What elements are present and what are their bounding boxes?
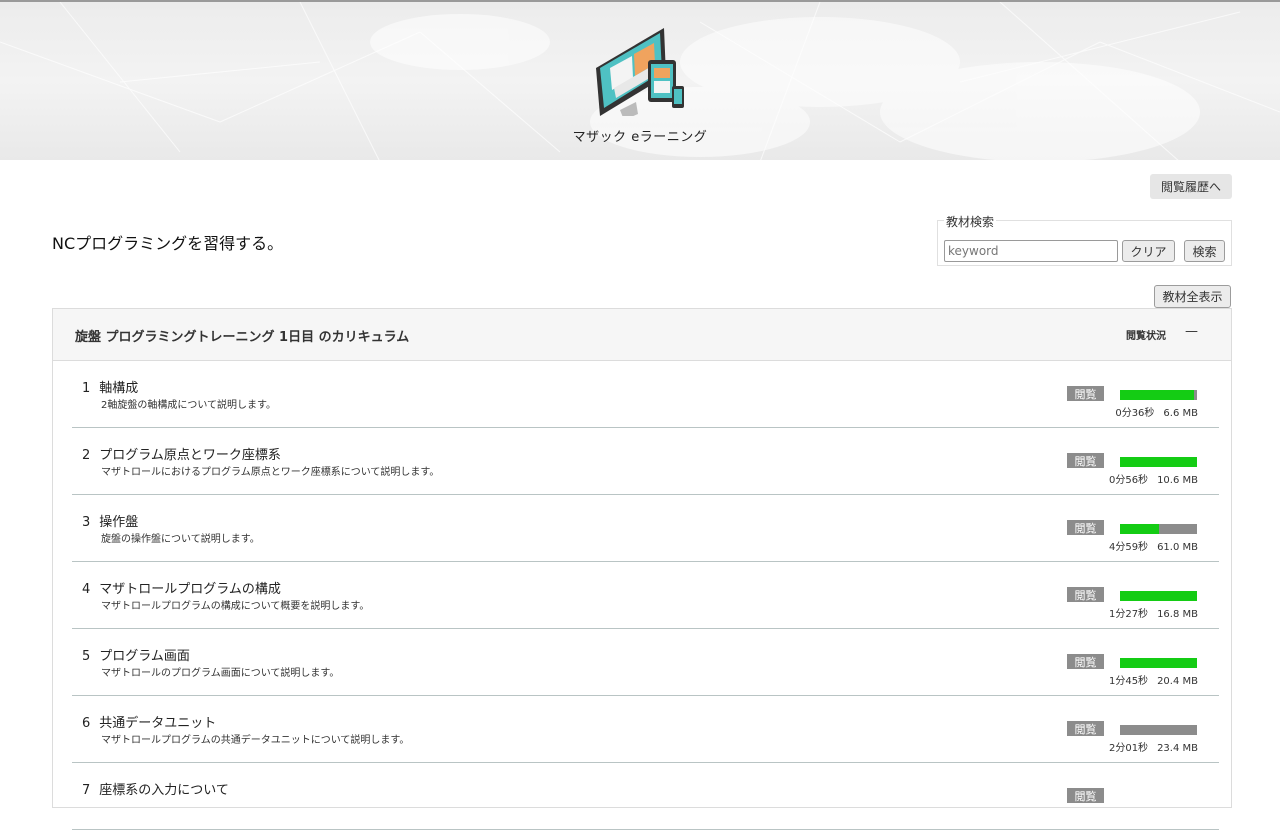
site-title: マザック eラーニング [572,130,708,145]
item-number: 6 [82,716,91,731]
history-button[interactable]: 閲覧履歴へ [1150,174,1232,199]
item-meta: 1分27秒 16.8 MB [1077,605,1198,620]
view-button[interactable]: 閲覧 [1067,721,1104,736]
item-title-text: マザトロールプログラムの構成 [99,582,281,597]
item-meta: 2分01秒 23.4 MB [1077,739,1198,754]
curriculum-item: 1 軸構成 2軸旋盤の軸構成について説明します。 閲覧 0分36秒 6.6 MB [72,361,1219,428]
item-title[interactable]: 6 共通データユニット [82,712,216,731]
item-file-size: 61.0 MB [1157,542,1198,553]
item-description: マザトロールにおけるプログラム原点とワーク座標系について説明します。 [101,467,440,478]
item-duration: 0分36秒 [1115,408,1155,419]
item-description: マザトロールのプログラム画面について説明します。 [101,668,340,679]
item-meta: 1分45秒 20.4 MB [1077,672,1198,687]
view-button[interactable]: 閲覧 [1067,386,1104,401]
search-legend: 教材検索 [944,213,997,230]
view-progress-bar [1120,390,1197,400]
view-button[interactable]: 閲覧 [1067,587,1104,602]
view-progress-bar [1120,725,1197,735]
curriculum-title: 旋盤 プログラミングトレーニング 1日目 のカリキュラム [75,330,410,345]
curriculum-item: 3 操作盤旋盤の操作盤について説明します。 閲覧 4分59秒 61.0 MB [72,495,1219,562]
search-button[interactable]: 検索 [1184,240,1225,262]
item-title[interactable]: 2 プログラム原点とワーク座標系 [82,444,281,463]
item-meta: 4分59秒 61.0 MB [1077,538,1198,553]
view-progress-bar [1120,591,1197,601]
item-description: 2軸旋盤の軸構成について説明します。 [101,400,277,411]
item-duration: 2分01秒 [1108,743,1149,754]
view-progress-bar [1120,658,1197,668]
item-number: 5 [82,649,91,664]
item-title-text: プログラム原点とワーク座標系 [99,448,281,463]
view-button[interactable]: 閲覧 [1067,453,1104,468]
show-all-button[interactable]: 教材全表示 [1154,285,1231,308]
item-duration: 1分27秒 [1108,609,1149,620]
curriculum-item: 6 共通データユニットマザトロールプログラムの共通データユニットについて説明します… [72,696,1219,763]
item-description: 旋盤の操作盤について説明します。 [101,534,260,545]
item-file-size: 10.6 MB [1157,475,1198,486]
curriculum-item: 7 座標系の入力について 閲覧 [72,763,1219,830]
page-title: NCプログラミングを習得する。 [52,234,284,253]
curriculum-item: 4 マザトロールプログラムの構成マザトロールプログラムの構成について概要を説明しま… [72,562,1219,629]
view-status-label: 閲覧状況 [1126,331,1166,342]
item-file-size: 23.4 MB [1157,743,1198,754]
view-progress-fill [1120,390,1194,400]
view-progress-fill [1120,591,1197,601]
site-header: マザック eラーニング [0,0,1280,160]
item-description: マザトロールプログラムの構成について概要を説明します。 [101,601,370,612]
collapse-icon[interactable]: — [1185,324,1198,339]
item-meta: 0分56秒 10.6 MB [1077,471,1198,486]
item-number: 2 [82,448,91,463]
item-duration: 1分45秒 [1108,676,1149,687]
view-button[interactable]: 閲覧 [1067,520,1104,535]
item-title[interactable]: 3 操作盤 [82,511,138,530]
view-progress-bar [1120,524,1197,534]
item-file-size: 6.6 MB [1163,408,1198,419]
item-title-text: 軸構成 [99,381,139,396]
view-button[interactable]: 閲覧 [1067,654,1104,669]
search-input[interactable] [944,240,1118,262]
item-title-text: 共通データユニット [99,716,217,731]
curriculum-panel: 旋盤 プログラミングトレーニング 1日目 のカリキュラム 閲覧状況 — 1 軸構成… [52,308,1232,830]
item-duration: 0分56秒 [1108,475,1149,486]
curriculum-item: 2 プログラム原点とワーク座標系マザトロールにおけるプログラム原点とワーク座標系に… [72,428,1219,495]
view-progress-fill [1120,658,1197,668]
clear-button[interactable]: クリア [1122,240,1175,262]
item-meta: 0分36秒 6.6 MB [1077,404,1198,419]
item-file-size: 16.8 MB [1157,609,1198,620]
item-title[interactable]: 4 マザトロールプログラムの構成 [82,578,281,597]
item-file-size: 20.4 MB [1157,676,1198,687]
e-learning-devices-logo [596,28,684,116]
curriculum-item: 5 プログラム画面マザトロールのプログラム画面について説明します。 閲覧 1分45秒 2… [72,629,1219,696]
item-title[interactable]: 1 軸構成 [82,377,138,396]
item-title[interactable]: 7 座標系の入力について [82,779,229,798]
item-duration: 4分59秒 [1108,542,1149,553]
curriculum-header: 旋盤 プログラミングトレーニング 1日目 のカリキュラム 閲覧状況 — [53,309,1231,361]
item-title[interactable]: 5 プログラム画面 [82,645,190,664]
item-number: 4 [82,582,91,597]
view-progress-fill [1120,524,1159,534]
item-title-text: 操作盤 [99,515,139,530]
item-number: 3 [82,515,91,530]
item-number: 1 [82,381,91,396]
item-title-text: プログラム画面 [99,649,190,664]
view-button[interactable]: 閲覧 [1067,788,1104,803]
item-description: マザトロールプログラムの共通データユニットについて説明します。 [101,735,410,746]
view-progress-bar [1120,457,1197,467]
view-progress-fill [1120,457,1197,467]
